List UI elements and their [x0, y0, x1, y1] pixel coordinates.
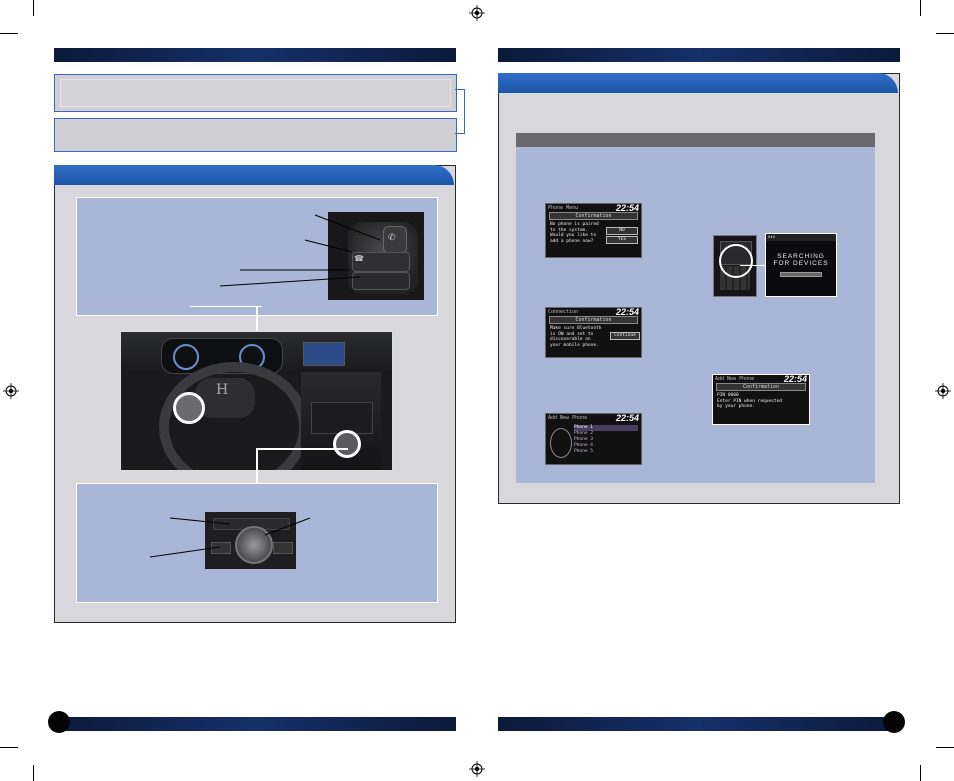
screen-heading: Confirmation: [549, 212, 638, 220]
clock: 22:54: [615, 412, 639, 423]
clock: 22:54: [615, 202, 639, 213]
screen-title: Phone Menu: [548, 204, 579, 211]
divider-line: [190, 306, 262, 307]
connector-line: [740, 265, 766, 266]
connection-screen: Connection 22:54 Confirmation Make sure B…: [545, 307, 642, 358]
add-new-phone-list-screen: Add New Phone 22:54 Phone 1 Phone 2 Phone…: [545, 413, 642, 465]
screen-body: PIN 0000 Enter PIN when requested by you…: [717, 393, 783, 409]
leader-lines: [219, 214, 381, 287]
dial-leader-lines: [150, 517, 311, 558]
crop-mark: [920, 0, 921, 16]
add-new-phone-pin-screen: Add New Phone 22:54 Confirmation PIN 0000…: [712, 374, 810, 425]
callout-bottom: [54, 118, 457, 152]
screen-heading: Confirmation: [716, 383, 806, 391]
screen-title: Add New Phone: [715, 375, 755, 382]
no-button[interactable]: NO: [606, 227, 638, 235]
signal-icon: ▮▮▮: [766, 234, 836, 241]
crop-mark: [936, 747, 954, 748]
phone-menu-screen: Phone Menu 22:54 Confirmation No phone is…: [545, 203, 642, 258]
registration-mark-icon: [469, 761, 485, 777]
crop-mark: [33, 0, 34, 16]
crop-mark: [0, 33, 18, 34]
highlight-circle: [719, 244, 753, 278]
right-footer-bar: [498, 717, 900, 731]
progress-bar: [780, 272, 822, 277]
right-page-number: [883, 711, 905, 733]
right-subheader-bar: [516, 133, 875, 147]
left-header-bar: [54, 48, 456, 62]
screen-title: Connection: [548, 308, 579, 315]
mobile-phone-photo: [713, 235, 757, 297]
searching-line-2: FOR DEVICES: [773, 260, 829, 267]
clock: 22:54: [783, 373, 807, 384]
honda-logo-icon: H: [216, 382, 229, 398]
continue-button[interactable]: Continue: [610, 332, 640, 340]
crop-mark: [33, 765, 34, 781]
bracket-line: [455, 133, 465, 134]
right-panel-title-bar: [498, 73, 898, 93]
searching-screen: ▮▮▮ SEARCHING FOR DEVICES: [765, 233, 837, 297]
clock: 22:54: [615, 306, 639, 317]
left-page-number: [48, 711, 70, 733]
left-panel-title-bar: [54, 165, 454, 185]
registration-mark-icon: [469, 5, 485, 21]
dial-graphic-icon: [550, 428, 572, 458]
crop-mark: [920, 765, 921, 781]
connector-line: [256, 448, 348, 450]
crop-mark: [0, 747, 18, 748]
yes-button[interactable]: YES: [606, 236, 638, 244]
screen-heading: Confirmation: [549, 316, 638, 324]
screen-title: Add New Phone: [548, 414, 588, 421]
connector-line: [256, 448, 258, 486]
registration-mark-icon: [3, 383, 19, 399]
bracket-line: [464, 89, 465, 134]
searching-line-1: SEARCHING: [777, 253, 825, 260]
left-footer-bar: [54, 717, 456, 731]
right-header-bar: [498, 48, 900, 62]
callout-top: [54, 74, 457, 112]
crop-mark: [936, 33, 954, 34]
phone-list-item[interactable]: Phone 5: [574, 449, 638, 455]
registration-mark-icon: [935, 383, 951, 399]
